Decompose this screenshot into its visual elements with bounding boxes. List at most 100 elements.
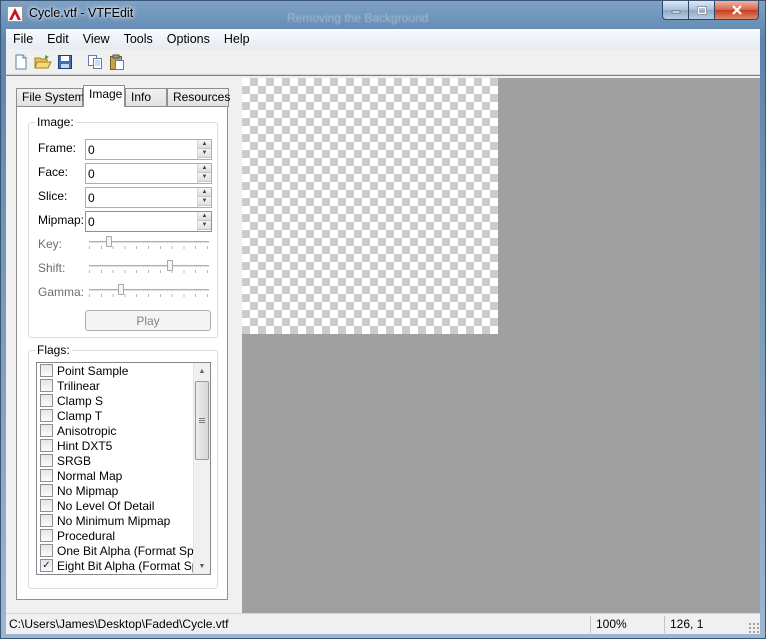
mipmap-spin-buttons: ▲ ▼ (197, 212, 211, 231)
mipmap-down-arrow-icon[interactable]: ▼ (198, 221, 211, 230)
tab-file-system[interactable]: File System (16, 88, 85, 107)
flag-rows: Point Sample Trilinear Clamp S Clamp T Aniso… (37, 363, 210, 573)
paste-button[interactable] (106, 51, 128, 73)
flag-item[interactable]: Clamp S (37, 393, 210, 408)
flag-label: Procedural (57, 528, 116, 543)
checkbox-icon[interactable] (40, 499, 53, 512)
play-button[interactable]: Play (85, 310, 211, 331)
maximize-button[interactable] (689, 1, 715, 20)
minimize-icon (671, 10, 680, 14)
status-coords: 126, 1 (670, 617, 704, 631)
resize-grip-icon[interactable] (748, 622, 759, 633)
flag-item[interactable]: Normal Map (37, 468, 210, 483)
image-viewer[interactable] (242, 78, 760, 613)
menu-options[interactable]: Options (160, 32, 217, 46)
status-file-path: C:\Users\James\Desktop\Faded\Cycle.vtf (9, 617, 229, 631)
checkbox-icon[interactable] (40, 454, 53, 467)
key-label: Key: (38, 237, 63, 251)
face-up-arrow-icon[interactable]: ▲ (198, 164, 211, 173)
flag-label: Point Sample (57, 363, 129, 378)
flag-label: No Mipmap (57, 483, 119, 498)
status-bar: C:\Users\James\Desktop\Faded\Cycle.vtf 1… (6, 613, 760, 634)
frame-stepper[interactable]: 0 ▲ ▼ (85, 139, 212, 160)
flags-group: Flags: Point Sample Trilinear Clamp S Clamp… (28, 343, 218, 589)
client-area: File System Image Info Resources Image: … (6, 76, 760, 613)
frame-down-arrow-icon[interactable]: ▼ (198, 149, 211, 158)
texture-preview (242, 78, 498, 334)
mipmap-up-arrow-icon[interactable]: ▲ (198, 212, 211, 221)
flag-label: Eight Bit Alpha (Format Spec (57, 558, 210, 573)
checkbox-icon[interactable] (40, 394, 53, 407)
flag-label: One Bit Alpha (Format Spec (57, 543, 207, 558)
checkbox-icon[interactable] (40, 514, 53, 527)
image-tab-panel: Image: Frame: 0 ▲ ▼ Face: 0 ▲ ▼ Slice: 0… (16, 106, 228, 600)
copy-button[interactable] (84, 51, 106, 73)
checkbox-icon[interactable] (40, 544, 53, 557)
open-button[interactable] (32, 51, 54, 73)
flag-item[interactable]: No Mipmap (37, 483, 210, 498)
checkbox-icon[interactable] (40, 424, 53, 437)
checkbox-icon[interactable] (40, 439, 53, 452)
flag-item[interactable]: Hint DXT5 (37, 438, 210, 453)
flag-item[interactable]: Point Sample (37, 363, 210, 378)
menu-help[interactable]: Help (217, 32, 257, 46)
flags-list[interactable]: Point Sample Trilinear Clamp S Clamp T Aniso… (36, 362, 211, 575)
face-down-arrow-icon[interactable]: ▼ (198, 173, 211, 182)
app-window: Cycle.vtf - VTFEdit Removing the Backgro… (0, 0, 766, 639)
checkbox-icon[interactable] (40, 379, 53, 392)
flag-item[interactable]: No Level Of Detail (37, 498, 210, 513)
key-slider[interactable] (89, 233, 209, 251)
flag-item[interactable]: SRGB (37, 453, 210, 468)
scroll-thumb[interactable] (195, 381, 209, 460)
face-stepper[interactable]: 0 ▲ ▼ (85, 163, 212, 184)
checkbox-icon[interactable] (40, 409, 53, 422)
menu-tools[interactable]: Tools (117, 32, 160, 46)
paste-icon (110, 54, 124, 70)
scroll-down-arrow-icon[interactable]: ▼ (194, 558, 210, 574)
flag-item[interactable]: Procedural (37, 528, 210, 543)
close-button[interactable] (715, 1, 759, 20)
checkbox-icon[interactable] (40, 484, 53, 497)
gamma-slider[interactable] (89, 281, 209, 299)
tab-image[interactable]: Image (83, 85, 125, 107)
slice-down-arrow-icon[interactable]: ▼ (198, 197, 211, 206)
checkbox-icon[interactable] (40, 364, 53, 377)
flag-label: Trilinear (57, 378, 100, 393)
flag-item[interactable]: Anisotropic (37, 423, 210, 438)
tab-info[interactable]: Info (125, 88, 167, 107)
flag-item[interactable]: No Minimum Mipmap (37, 513, 210, 528)
toolbar (6, 49, 760, 75)
slice-stepper[interactable]: 0 ▲ ▼ (85, 187, 212, 208)
open-icon (34, 54, 52, 68)
close-icon (731, 5, 742, 15)
flags-scrollbar[interactable]: ▲ ▼ (193, 363, 210, 574)
new-button[interactable] (10, 51, 32, 73)
flag-label: Clamp S (57, 393, 104, 408)
flag-item[interactable]: ✓ Eight Bit Alpha (Format Spec (37, 558, 210, 573)
vtfedit-logo-icon (7, 6, 23, 22)
flag-label: Clamp T (57, 408, 103, 423)
frame-up-arrow-icon[interactable]: ▲ (198, 140, 211, 149)
menu-bar: File Edit View Tools Options Help (6, 29, 760, 49)
menu-edit[interactable]: Edit (40, 32, 76, 46)
checkbox-icon[interactable] (40, 529, 53, 542)
flag-label: Anisotropic (57, 423, 117, 438)
flag-item[interactable]: Clamp T (37, 408, 210, 423)
flag-item[interactable]: Trilinear (37, 378, 210, 393)
frame-spin-buttons: ▲ ▼ (197, 140, 211, 159)
minimize-button[interactable] (662, 1, 689, 20)
flag-item[interactable]: One Bit Alpha (Format Spec (37, 543, 210, 558)
mipmap-stepper[interactable]: 0 ▲ ▼ (85, 211, 212, 232)
save-button[interactable] (54, 51, 76, 73)
checked-checkbox-icon[interactable]: ✓ (40, 559, 53, 572)
shift-slider[interactable] (89, 257, 209, 275)
menu-view[interactable]: View (76, 32, 117, 46)
checkbox-icon[interactable] (40, 469, 53, 482)
shift-label: Shift: (38, 261, 66, 275)
flag-label: Hint DXT5 (57, 438, 113, 453)
title-bar[interactable]: Cycle.vtf - VTFEdit Removing the Backgro… (1, 1, 765, 29)
slice-up-arrow-icon[interactable]: ▲ (198, 188, 211, 197)
menu-file[interactable]: File (6, 32, 40, 46)
scroll-up-arrow-icon[interactable]: ▲ (194, 363, 210, 379)
tab-resources[interactable]: Resources (167, 88, 230, 107)
